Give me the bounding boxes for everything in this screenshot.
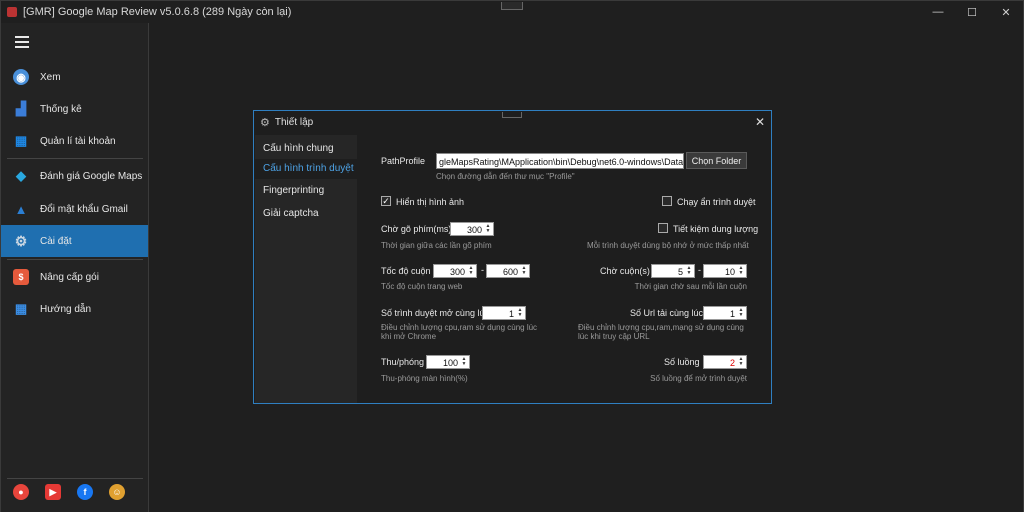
sidebar-item-label: Đổi mật khẩu Gmail	[40, 203, 128, 215]
grid-icon: ▦	[14, 301, 28, 316]
run-hidden-checkbox[interactable]	[662, 196, 672, 206]
range-dash: -	[698, 265, 701, 275]
drag-handle[interactable]	[501, 2, 523, 10]
eye-icon: ◉	[13, 69, 29, 85]
path-profile-hint: Chọn đường dẫn đến thư mục "Profile"	[436, 172, 575, 181]
hamburger-menu-icon[interactable]	[15, 36, 29, 51]
facebook-icon[interactable]: f	[77, 484, 93, 500]
sidebar-item-xem[interactable]: ◉ Xem	[1, 61, 148, 93]
maximize-button[interactable]: ☐	[955, 1, 989, 23]
scroll-wait-max-spinner[interactable]: 10 ▲ ▼	[703, 264, 747, 278]
key-delay-label: Chờ gõ phím(ms)	[381, 224, 452, 234]
azure-icon: ▲	[14, 201, 28, 217]
sidebar-item-nang-cap-goi[interactable]: $ Nâng cấp gói	[1, 261, 148, 293]
zoom-spinner[interactable]: 100 ▲ ▼	[426, 355, 470, 369]
browser-config-panel: PathProfile gleMapsRating\MApplication\b…	[357, 135, 771, 403]
sidebar-item-doi-mat-khau-gmail[interactable]: ▲ Đổi mật khẩu Gmail	[1, 193, 148, 225]
choose-folder-button[interactable]: Chọn Folder	[686, 152, 747, 169]
sidebar-item-cai-dat[interactable]: ⚙ Cài đặt	[1, 225, 148, 257]
menu-item-browser-config[interactable]: Cấu hình trình duyệt	[255, 159, 357, 179]
show-images-label: Hiển thị hình ảnh	[396, 197, 465, 207]
tag-icon: $	[13, 269, 29, 285]
sidebar: ◉ Xem ▟ Thống kê ▦ Quản lí tài khoản ◆ Đ…	[1, 23, 149, 512]
title-bar[interactable]: [GMR] Google Map Review v5.0.6.8 (289 Ng…	[1, 1, 1023, 23]
urls-at-once-hint: lúc khi truy cập URL	[578, 332, 650, 341]
kodi-icon: ◆	[16, 168, 26, 183]
sidebar-item-label: Cài đặt	[40, 235, 72, 247]
minimize-button[interactable]: —	[921, 1, 955, 23]
settings-dialog: ⚙ Thiết lập ✕ Cấu hình chung Cấu hình tr…	[253, 110, 772, 404]
scroll-speed-min-spinner[interactable]: 300 ▲ ▼	[433, 264, 477, 278]
zoom-label: Thu/phóng	[381, 357, 425, 367]
scroll-wait-hint: Thời gian chờ sau mỗi lần cuộn	[634, 282, 747, 291]
close-window-button[interactable]: ✕	[989, 1, 1023, 23]
app-window: [GMR] Google Map Review v5.0.6.8 (289 Ng…	[0, 0, 1024, 512]
scroll-wait-label: Chờ cuộn(s)	[600, 266, 650, 276]
sidebar-item-thong-ke[interactable]: ▟ Thống kê	[1, 93, 148, 125]
key-delay-spinner[interactable]: 300 ▲ ▼	[450, 222, 494, 236]
threads-hint: Số luồng để mở trình duyệt	[650, 374, 747, 383]
chart-icon: ▟	[16, 101, 26, 116]
sidebar-item-huong-dan[interactable]: ▦ Hướng dẫn	[1, 293, 148, 325]
save-power-hint: Mỗi trình duyệt dùng bộ nhớ ở mức thấp n…	[587, 241, 749, 250]
sidebar-item-danh-gia-google-maps[interactable]: ◆ Đánh giá Google Maps	[1, 160, 148, 192]
threads-label: Số luồng	[664, 357, 700, 367]
menu-item-fingerprinting[interactable]: Fingerprinting	[255, 181, 357, 201]
sidebar-item-label: Đánh giá Google Maps	[40, 170, 143, 182]
support-icon[interactable]: ☺	[109, 484, 125, 500]
sidebar-divider	[7, 158, 143, 159]
sidebar-divider	[7, 478, 143, 479]
dialog-title-bar[interactable]: ⚙ Thiết lập ✕	[254, 111, 771, 133]
scroll-speed-hint: Tốc độ cuộn trang web	[381, 282, 463, 291]
scroll-speed-max-spinner[interactable]: 600 ▲ ▼	[486, 264, 530, 278]
menu-item-captcha[interactable]: Giải captcha	[255, 204, 357, 224]
sidebar-item-quan-li-tai-khoan[interactable]: ▦ Quản lí tài khoản	[1, 125, 148, 157]
windows-icon: ▦	[14, 133, 28, 148]
chrome-icon[interactable]: ●	[13, 484, 29, 500]
window-title: [GMR] Google Map Review v5.0.6.8 (289 Ng…	[23, 6, 292, 18]
urls-at-once-label: Số Url tải cùng lúc	[630, 308, 704, 318]
key-delay-hint: Thời gian giữa các lần gõ phím	[381, 241, 492, 250]
browsers-at-once-spinner[interactable]: 1 ▲ ▼	[482, 306, 526, 320]
sidebar-divider	[7, 259, 143, 260]
gear-icon: ⚙	[14, 232, 28, 249]
menu-item-general[interactable]: Cấu hình chung	[255, 139, 357, 159]
dialog-close-button[interactable]: ✕	[755, 115, 765, 129]
browsers-at-once-label: Số trình duyệt mở cùng lúc	[381, 308, 489, 318]
scroll-wait-min-spinner[interactable]: 5 ▲ ▼	[651, 264, 695, 278]
save-power-checkbox[interactable]	[658, 223, 668, 233]
threads-spinner[interactable]: 2 ▲ ▼	[703, 355, 747, 369]
show-images-checkbox[interactable]: ✓	[381, 196, 391, 206]
urls-at-once-spinner[interactable]: 1 ▲ ▼	[703, 306, 747, 320]
dialog-drag-handle[interactable]	[502, 112, 522, 118]
app-logo-icon	[7, 7, 17, 17]
dialog-title: Thiết lập	[274, 116, 314, 128]
range-dash: -	[481, 265, 484, 275]
gear-icon: ⚙	[260, 116, 270, 129]
sidebar-item-label: Xem	[40, 71, 61, 83]
sidebar-item-label: Quản lí tài khoản	[40, 135, 116, 147]
scroll-speed-label: Tốc độ cuộn	[381, 266, 431, 276]
settings-menu: Cấu hình chung Cấu hình trình duyệt Fing…	[255, 135, 357, 403]
run-hidden-label: Chạy ẩn trình duyệt	[677, 197, 756, 207]
save-power-label: Tiết kiệm dung lượng	[673, 224, 759, 234]
path-profile-label: PathProfile	[381, 156, 426, 166]
sidebar-item-label: Nâng cấp gói	[40, 271, 99, 283]
sidebar-item-label: Thống kê	[40, 103, 82, 115]
browsers-at-once-hint: khi mở Chrome	[381, 332, 437, 341]
path-profile-input[interactable]: gleMapsRating\MApplication\bin\Debug\net…	[436, 153, 684, 169]
sidebar-item-label: Hướng dẫn	[40, 303, 92, 315]
youtube-icon[interactable]: ▶	[45, 484, 61, 500]
zoom-hint: Thu-phóng màn hình(%)	[381, 374, 468, 383]
